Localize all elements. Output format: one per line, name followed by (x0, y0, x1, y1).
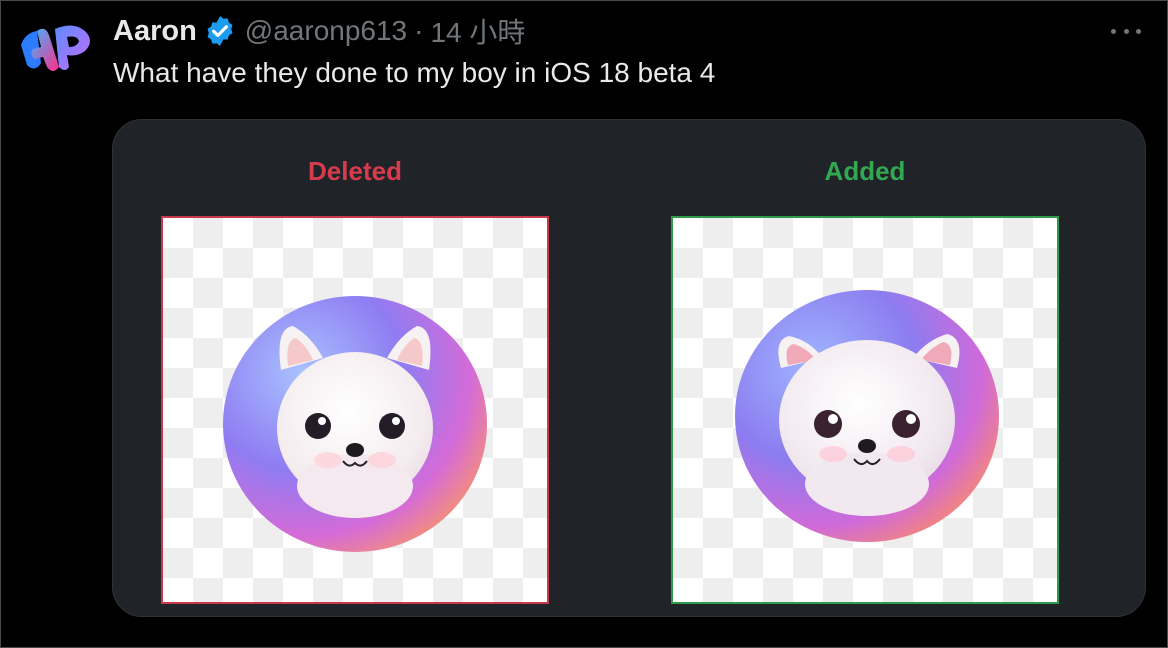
avatar[interactable] (15, 15, 97, 77)
dog-avatar-new (735, 290, 999, 542)
deleted-label: Deleted (308, 156, 402, 186)
deleted-image (161, 216, 549, 604)
tweet-header: Aaron @aaronp613 · 14 小時 (113, 13, 525, 49)
author-name[interactable]: Aaron (113, 15, 197, 48)
tweet-card[interactable]: Aaron @aaronp613 · 14 小時 What have they … (0, 0, 1168, 648)
tweet-media-image[interactable]: Deleted Added (112, 119, 1146, 617)
verified-badge-icon (203, 14, 237, 48)
timestamp[interactable]: 14 小時 (430, 11, 525, 51)
tweet-text: What have they done to my boy in iOS 18 … (113, 57, 716, 88)
author-handle[interactable]: @aaronp613 (245, 15, 407, 47)
more-dots-icon[interactable] (1111, 19, 1141, 43)
ap-logo-icon (21, 25, 90, 71)
dog-avatar-old (223, 296, 487, 552)
separator-dot: · (414, 15, 424, 46)
added-image (671, 216, 1059, 604)
added-label: Added (824, 156, 906, 186)
